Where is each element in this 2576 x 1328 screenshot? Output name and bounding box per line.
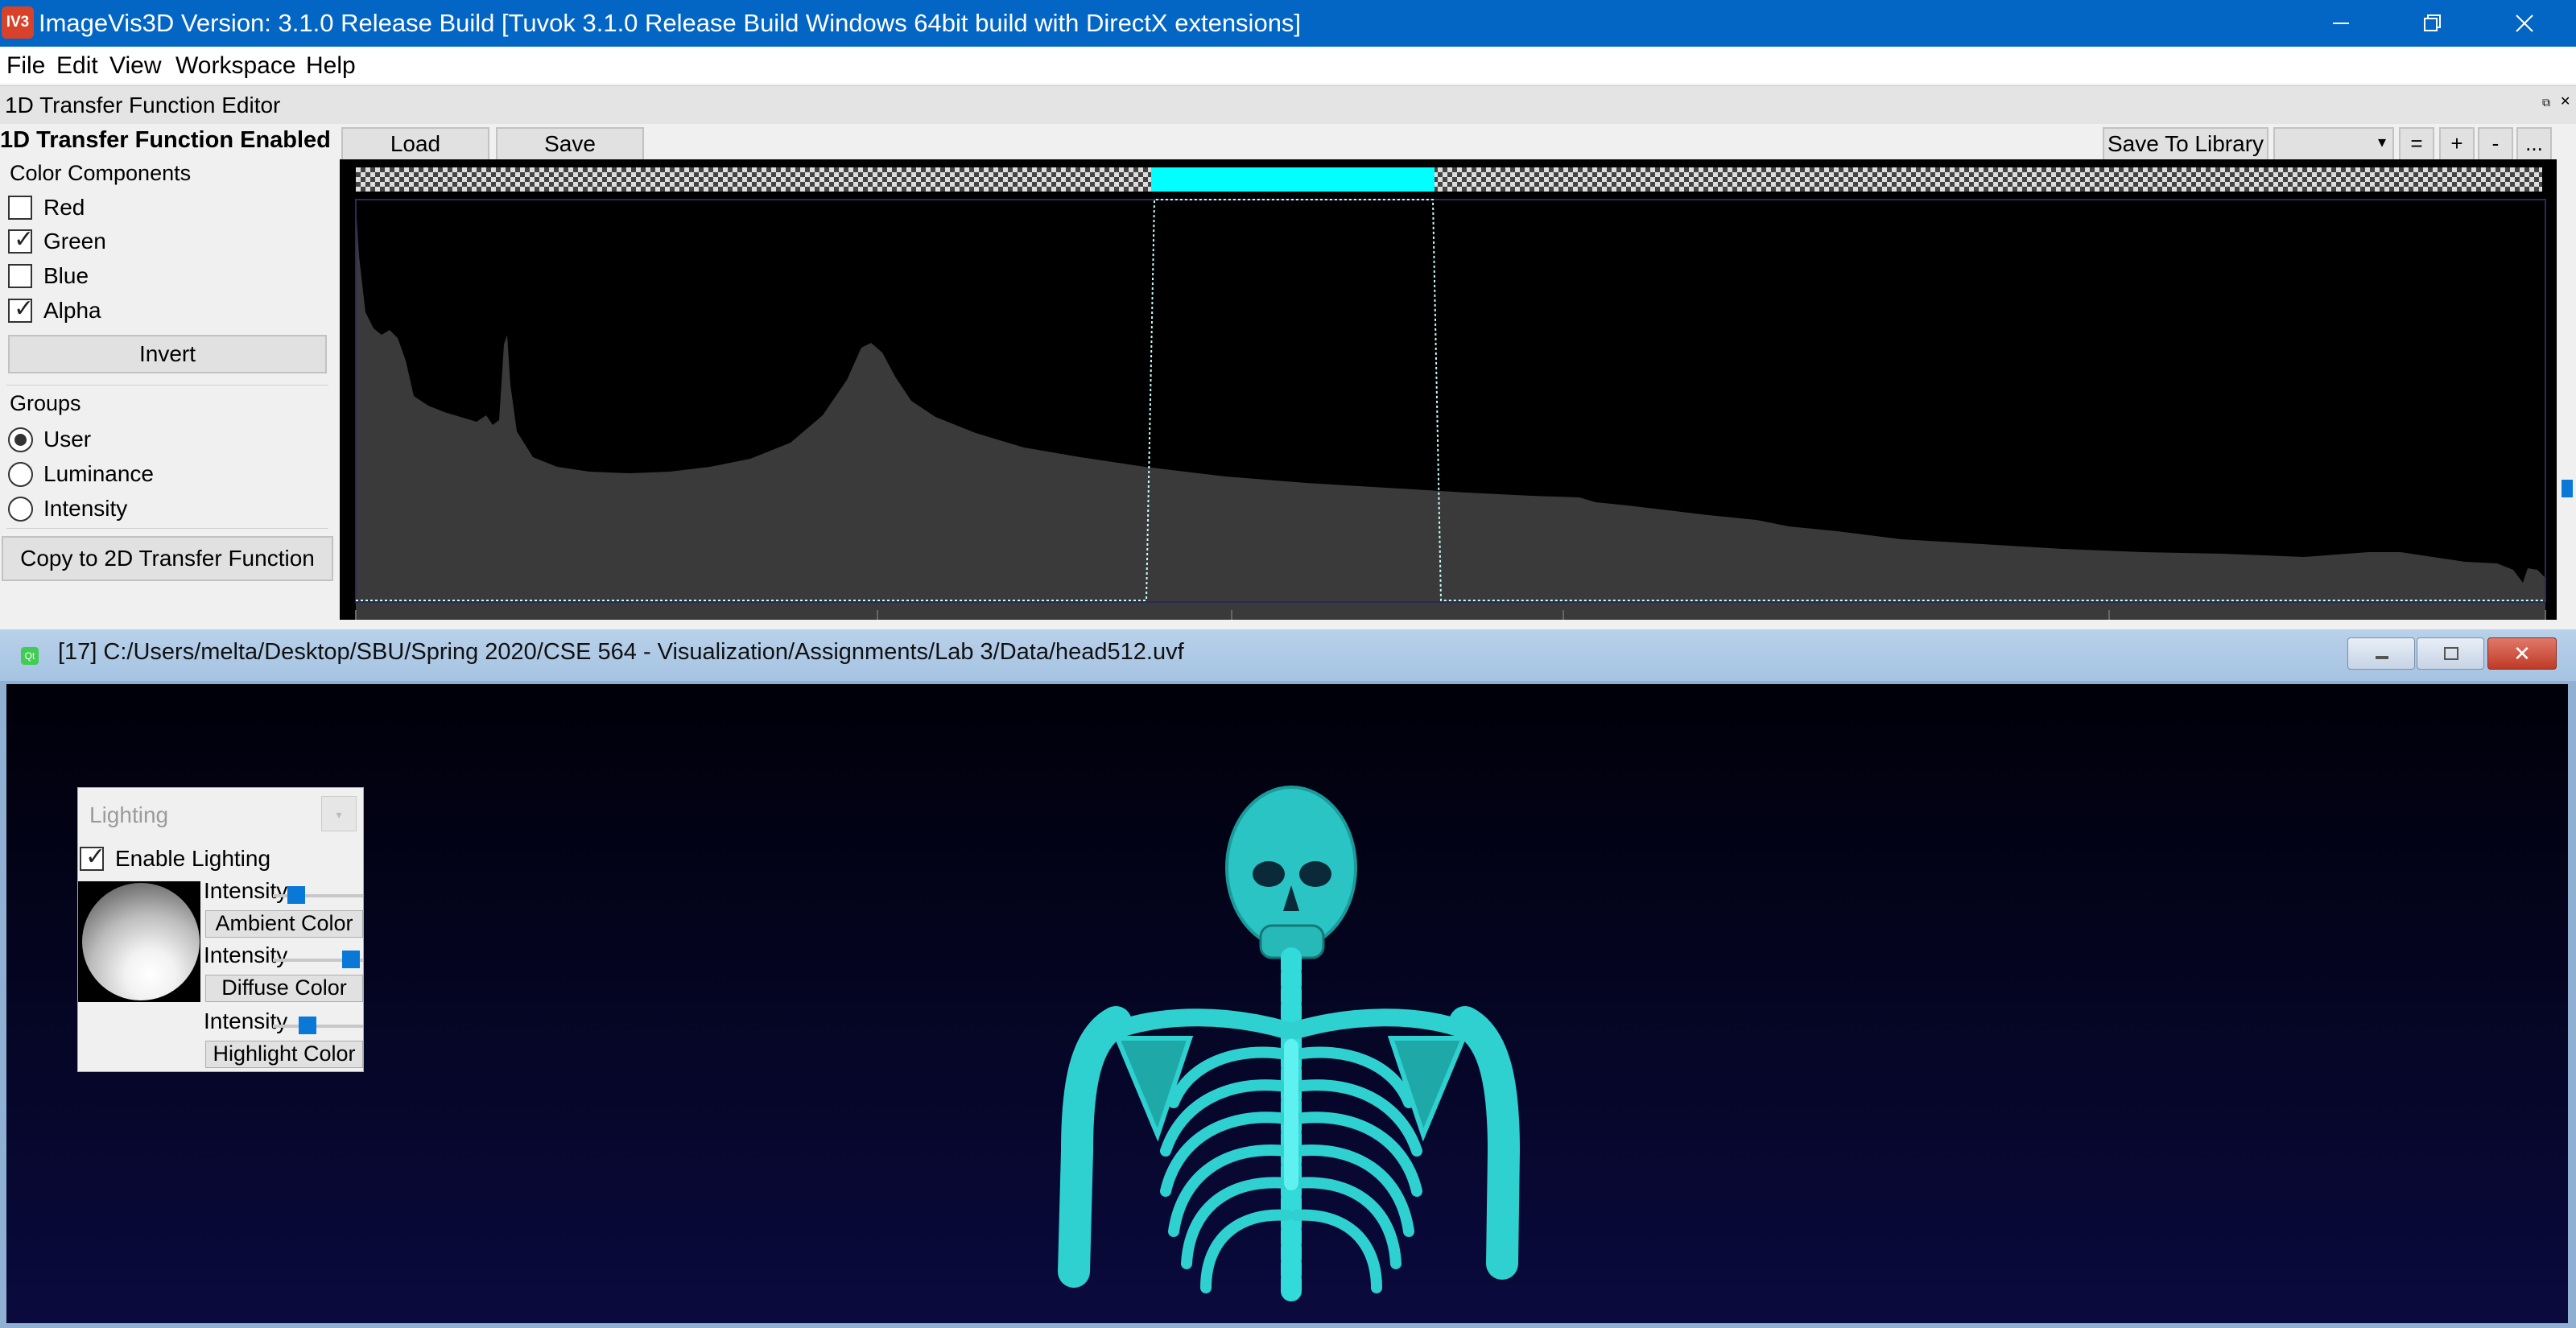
- window-title: ImageVis3D Version: 3.1.0 Release Build …: [39, 9, 1302, 37]
- lighting-panel: Lighting ▾ ✓ Enable Lighting Intensity A…: [77, 787, 364, 1072]
- minimize-icon: [2376, 656, 2388, 659]
- humerus-right: [1449, 1006, 1521, 1280]
- ambient-intensity-handle[interactable]: [287, 886, 305, 904]
- red-checkbox-box[interactable]: [8, 196, 32, 220]
- mdi-close-button[interactable]: ✕: [2487, 637, 2557, 670]
- render-window-titlebar: Qt [17] C:/Users/melta/Desktop/SBU/Sprin…: [0, 629, 2576, 681]
- ambient-intensity-slider[interactable]: [273, 894, 363, 897]
- save-to-library-button[interactable]: Save To Library: [2103, 127, 2268, 161]
- lighting-title: Lighting: [89, 802, 169, 827]
- blue-checkbox-box[interactable]: [8, 264, 32, 288]
- color-components-label: Color Components: [10, 161, 192, 185]
- highlight-intensity-handle[interactable]: [298, 1017, 316, 1034]
- divider: [6, 528, 328, 529]
- transfer-function-canvas[interactable]: [340, 159, 2557, 620]
- diffuse-intensity-label: Intensity: [204, 942, 288, 967]
- divider: [6, 385, 328, 386]
- dock-title: 1D Transfer Function Editor: [5, 93, 281, 118]
- close-button[interactable]: [2486, 0, 2563, 47]
- scroll-handle[interactable]: [2562, 480, 2573, 497]
- green-checkbox-label: Green: [43, 229, 106, 254]
- lighting-collapse-button[interactable]: ▾: [321, 796, 357, 831]
- light-preview-sphere[interactable]: [78, 881, 200, 1002]
- mdi-minimize-button[interactable]: [2347, 637, 2415, 670]
- maximize-icon: [2444, 647, 2458, 660]
- invert-button[interactable]: Invert: [8, 335, 327, 373]
- ambient-intensity-label: Intensity: [204, 878, 288, 903]
- mdi-maximize-button[interactable]: [2417, 637, 2484, 670]
- histogram-plot[interactable]: [340, 159, 2557, 620]
- qt-app-icon: Qt: [21, 647, 39, 665]
- minus-button[interactable]: -: [2478, 127, 2513, 161]
- plus-button[interactable]: +: [2439, 127, 2475, 161]
- rib: [1290, 1209, 1382, 1293]
- app-logo-icon: IV3: [2, 6, 34, 39]
- ambient-color-button[interactable]: Ambient Color: [205, 910, 363, 938]
- dock-close-icon[interactable]: ✕: [2560, 93, 2570, 109]
- menu-bar: File Edit View Workspace Help: [0, 47, 2576, 84]
- check-mark-icon: ✓: [85, 843, 106, 870]
- highlight-intensity-slider[interactable]: [273, 1025, 363, 1028]
- check-mark-icon: ✓: [14, 226, 35, 253]
- radio-user-circle[interactable]: [8, 427, 33, 452]
- render-window: Qt [17] C:/Users/melta/Desktop/SBU/Sprin…: [0, 629, 2576, 1328]
- dock-header: 1D Transfer Function Editor ⧉ ✕: [0, 85, 2576, 124]
- chevron-down-icon: ▾: [2377, 134, 2386, 151]
- menu-workspace[interactable]: Workspace: [175, 52, 296, 80]
- diffuse-intensity-handle[interactable]: [341, 951, 360, 968]
- minimize-button[interactable]: [2302, 0, 2380, 47]
- copy-to-2d-button[interactable]: Copy to 2D Transfer Function: [2, 536, 333, 581]
- close-icon: [2516, 14, 2533, 32]
- radio-intensity-circle[interactable]: [8, 497, 33, 522]
- more-button[interactable]: ...: [2516, 127, 2552, 161]
- library-select[interactable]: ▾: [2273, 127, 2394, 161]
- render-viewport[interactable]: [6, 684, 2568, 1323]
- diffuse-color-button[interactable]: Diffuse Color: [205, 975, 363, 1002]
- alpha-checkbox-label: Alpha: [43, 298, 101, 323]
- histogram-area: [356, 204, 2545, 620]
- highlight-intensity-label: Intensity: [204, 1008, 288, 1033]
- red-checkbox-label: Red: [43, 195, 85, 220]
- groups-label: Groups: [10, 391, 81, 415]
- restore-button[interactable]: [2394, 0, 2471, 47]
- alpha-checkbox-box[interactable]: ✓: [8, 295, 34, 323]
- transfer-color-band: [1151, 167, 1435, 192]
- skull: [1225, 786, 1357, 950]
- group-radio-luminance-label: Luminance: [43, 461, 154, 486]
- render-window-path: [17] C:/Users/melta/Desktop/SBU/Spring 2…: [58, 639, 1184, 665]
- highlight-color-button[interactable]: Highlight Color: [205, 1041, 363, 1068]
- radio-selected-dot: [14, 434, 27, 446]
- blue-checkbox-label: Blue: [43, 263, 89, 288]
- enable-lighting-box[interactable]: ✓: [80, 843, 105, 871]
- group-radio-intensity-label: Intensity: [43, 496, 128, 521]
- menu-help[interactable]: Help: [306, 52, 356, 80]
- humerus-left: [1058, 1006, 1132, 1288]
- sphere-shading: [82, 883, 200, 1000]
- check-mark-icon: ✓: [14, 295, 35, 322]
- radio-luminance-circle[interactable]: [8, 462, 33, 487]
- menu-file[interactable]: File: [6, 52, 45, 80]
- skeleton-volume-render: [1058, 786, 1521, 1306]
- title-bar: IV3 ImageVis3D Version: 3.1.0 Release Bu…: [0, 0, 2576, 47]
- group-radio-user-label: User: [43, 427, 92, 452]
- green-checkbox-box[interactable]: ✓: [8, 226, 34, 254]
- minimize-icon: [2333, 23, 2349, 24]
- clavicle-left: [1107, 1008, 1295, 1039]
- menu-view[interactable]: View: [109, 52, 161, 80]
- eye-socket-right: [1299, 861, 1331, 887]
- save-button[interactable]: Save: [496, 127, 644, 161]
- clavicle-right: [1287, 1008, 1474, 1039]
- eye-socket-left: [1253, 861, 1285, 887]
- dock-float-icon[interactable]: ⧉: [2542, 96, 2550, 109]
- enable-lighting-label: Enable Lighting: [115, 846, 271, 871]
- rib: [1200, 1209, 1292, 1293]
- restore-icon: [2424, 14, 2441, 31]
- menu-edit[interactable]: Edit: [56, 52, 98, 80]
- equals-button[interactable]: =: [2399, 127, 2434, 161]
- load-button[interactable]: Load: [341, 127, 489, 161]
- color-map-strip: [356, 167, 2542, 192]
- tf-enabled-label[interactable]: 1D Transfer Function Enabled: [0, 127, 331, 154]
